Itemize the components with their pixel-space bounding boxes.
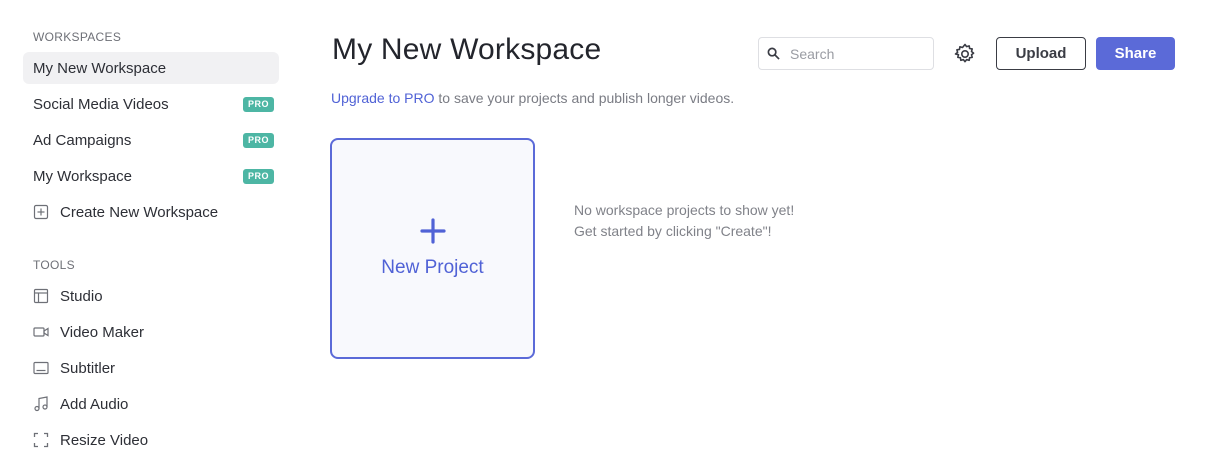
subtitles-icon — [33, 360, 49, 376]
tool-item-subtitler[interactable]: Subtitler — [33, 356, 115, 380]
page-title: My New Workspace — [332, 33, 602, 66]
tool-item-studio[interactable]: Studio — [33, 284, 103, 308]
resize-frame-icon — [33, 432, 49, 448]
tool-item-add-audio[interactable]: Add Audio — [33, 392, 128, 416]
empty-state-line-1: No workspace projects to show yet! — [574, 202, 795, 218]
sidebar-item-label: Social Media Videos — [33, 95, 169, 113]
empty-state-message: No workspace projects to show yet! Get s… — [574, 200, 794, 242]
pro-badge: PRO — [242, 97, 274, 112]
sidebar-item-social-media-videos[interactable]: Social Media Videos PRO — [23, 88, 279, 120]
tool-item-label: Add Audio — [60, 395, 129, 413]
empty-state-line-2: Get started by clicking "Create"! — [574, 223, 772, 239]
upgrade-notice: Upgrade to PRO to save your projects and… — [331, 90, 734, 106]
tool-item-resize-video[interactable]: Resize Video — [33, 428, 148, 452]
tool-item-label: Video Maker — [60, 323, 144, 341]
plus-square-icon — [33, 204, 49, 220]
share-button[interactable]: Share — [1096, 37, 1175, 70]
tool-item-label: Studio — [60, 287, 103, 305]
layout-icon — [33, 288, 49, 304]
workspaces-section-title: WORKSPACES — [33, 30, 122, 44]
create-new-workspace-button[interactable]: Create New Workspace — [33, 200, 218, 224]
sidebar-item-my-new-workspace[interactable]: My New Workspace — [23, 52, 279, 84]
gear-icon[interactable] — [953, 42, 977, 66]
video-camera-icon — [33, 324, 49, 340]
new-project-card[interactable]: New Project — [330, 138, 535, 359]
plus-icon — [420, 218, 446, 244]
music-note-icon — [33, 396, 49, 412]
search-box[interactable] — [758, 37, 934, 70]
tool-item-label: Resize Video — [60, 431, 149, 449]
tool-item-label: Subtitler — [60, 359, 116, 377]
pro-badge: PRO — [242, 133, 274, 148]
new-project-label: New Project — [381, 257, 484, 278]
pro-badge: PRO — [242, 169, 274, 184]
sidebar-item-ad-campaigns[interactable]: Ad Campaigns PRO — [23, 124, 279, 156]
create-new-workspace-label: Create New Workspace — [60, 203, 219, 221]
sidebar-item-my-workspace[interactable]: My Workspace PRO — [23, 160, 279, 192]
tools-section-title: TOOLS — [33, 258, 75, 272]
upgrade-to-pro-link[interactable]: Upgrade to PRO — [331, 90, 435, 106]
sidebar-item-label: My Workspace — [33, 167, 132, 185]
upload-button[interactable]: Upload — [996, 37, 1086, 70]
sidebar-item-label: My New Workspace — [33, 59, 167, 77]
search-input[interactable] — [788, 44, 932, 63]
sidebar-item-label: Ad Campaigns — [33, 131, 132, 149]
tool-item-video-maker[interactable]: Video Maker — [33, 320, 144, 344]
search-icon — [767, 47, 780, 60]
upgrade-notice-text: to save your projects and publish longer… — [434, 90, 735, 106]
sidebar: WORKSPACES My New Workspace Social Media… — [0, 0, 290, 453]
